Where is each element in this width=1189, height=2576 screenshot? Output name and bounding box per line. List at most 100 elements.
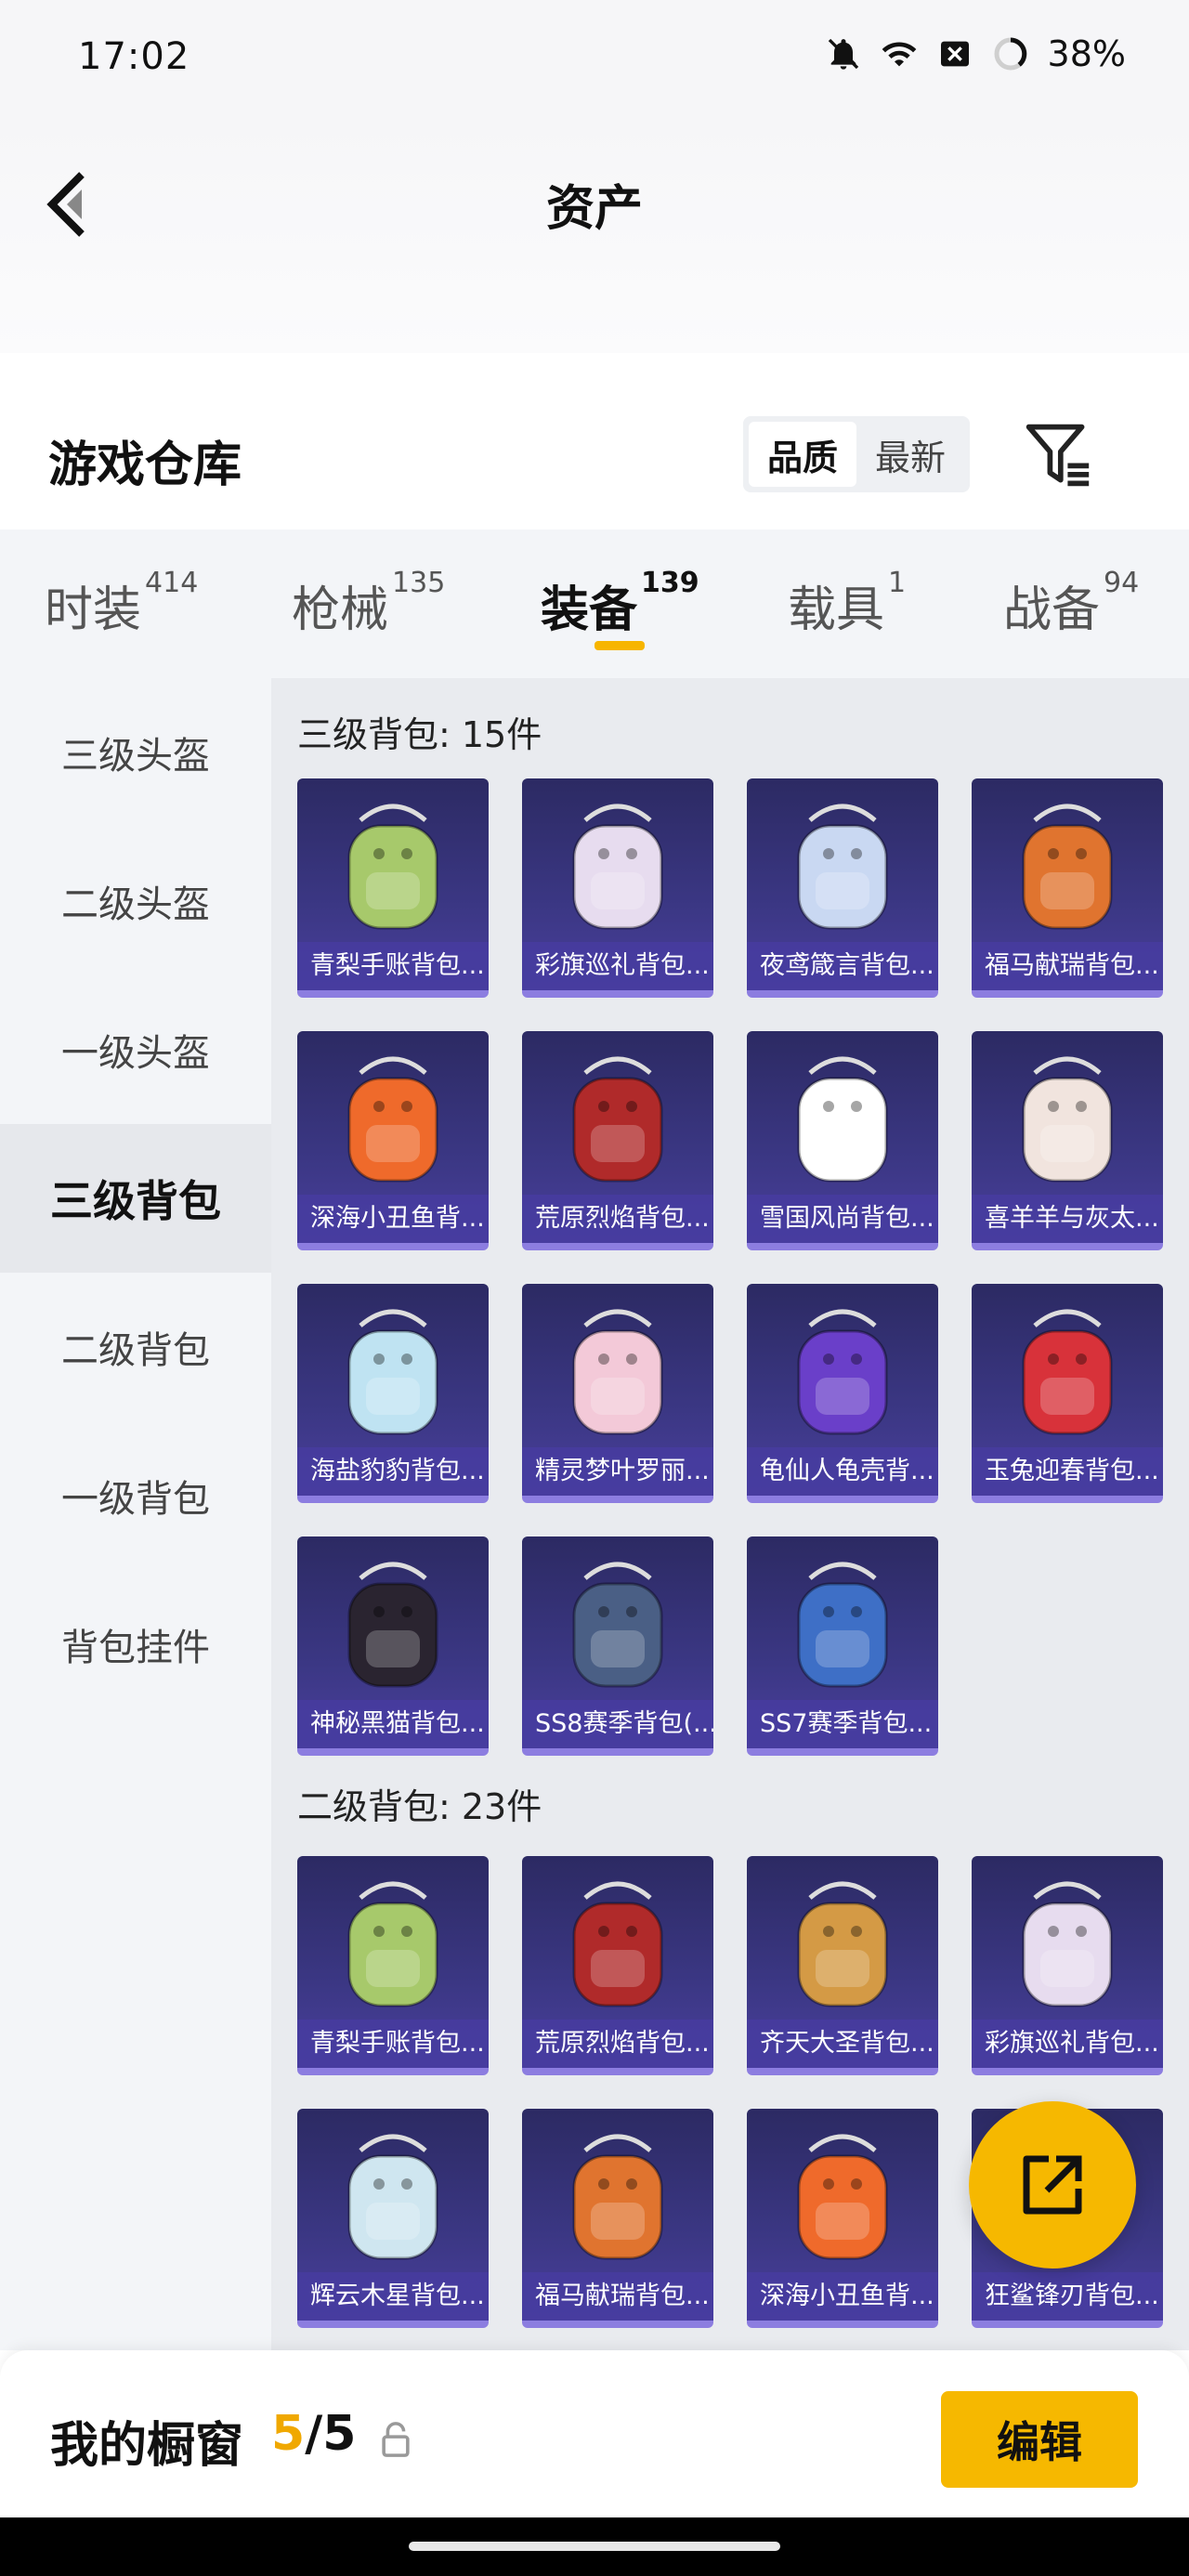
- status-bar: 17:02 38%: [0, 0, 1189, 111]
- item-card[interactable]: 彩旗巡礼背包...: [522, 778, 713, 998]
- item-card[interactable]: 精灵梦叶罗丽...: [522, 1284, 713, 1503]
- showcase-count-total: 5: [322, 2406, 357, 2462]
- share-button[interactable]: [969, 2101, 1136, 2269]
- edit-button[interactable]: 编辑: [941, 2391, 1138, 2488]
- lock-icon: [382, 2422, 410, 2457]
- item-name: 狂鲨锋刃背包...: [972, 2272, 1163, 2321]
- system-nav-bar: [0, 2517, 1189, 2576]
- sidebar-item-lv2-helmet[interactable]: 二级头盔: [0, 827, 271, 975]
- item-name: 深海小丑鱼背...: [747, 2272, 938, 2321]
- backpack-icon: [747, 2109, 938, 2285]
- tab-count: 1: [888, 567, 907, 599]
- share-external-icon: [1023, 2155, 1082, 2215]
- item-name: 深海小丑鱼背...: [297, 1195, 489, 1243]
- backpack-icon: [972, 778, 1163, 955]
- backpack-icon: [747, 778, 938, 955]
- item-name: 彩旗巡礼背包...: [522, 942, 713, 990]
- sidebar-item-backpack-charm[interactable]: 背包挂件: [0, 1570, 271, 1719]
- item-card[interactable]: 喜羊羊与灰太...: [972, 1031, 1163, 1250]
- backpack-icon: [747, 1031, 938, 1208]
- section-title-lv2-backpack: 二级背包: 23件: [297, 1786, 542, 1827]
- item-card[interactable]: 玉兔迎春背包...: [972, 1284, 1163, 1503]
- item-name: 荒原烈焰背包...: [522, 1195, 713, 1243]
- filter-icon[interactable]: [1022, 420, 1092, 490]
- showcase-count-separator: /: [305, 2406, 323, 2462]
- backpack-icon: [297, 1856, 489, 2033]
- tab-equipment[interactable]: 装备 139: [541, 567, 699, 640]
- backpack-icon: [522, 1031, 713, 1208]
- status-time: 17:02: [78, 35, 190, 78]
- tab-vehicles[interactable]: 载具 1: [788, 567, 907, 640]
- item-card[interactable]: 荒原烈焰背包...: [522, 1856, 713, 2075]
- sort-option-newest[interactable]: 最新: [856, 422, 964, 487]
- item-name: 荒原烈焰背包...: [522, 2020, 713, 2068]
- header: 资产: [0, 111, 1189, 353]
- tab-fashion[interactable]: 时装 414: [45, 567, 198, 640]
- tab-count: 94: [1104, 567, 1140, 599]
- item-card[interactable]: SS7赛季背包...: [747, 1536, 938, 1756]
- backpack-icon: [972, 1031, 1163, 1208]
- warehouse-title: 游戏仓库: [48, 438, 242, 493]
- backpack-icon: [747, 1284, 938, 1460]
- item-content: 三级背包: 15件 青梨手账背包... 彩旗巡礼背包... 夜鸢箴言背包... 福马献…: [271, 678, 1189, 2350]
- item-name: 神秘黑猫背包...: [297, 1700, 489, 1748]
- item-name: 青梨手账背包...: [297, 2020, 489, 2068]
- item-card[interactable]: 辉云木星背包...: [297, 2109, 489, 2328]
- item-name: SS7赛季背包...: [747, 1700, 938, 1748]
- backpack-icon: [522, 1284, 713, 1460]
- backpack-icon: [297, 2109, 489, 2285]
- battery-ring-icon: [994, 37, 1027, 71]
- item-card[interactable]: 福马献瑞背包...: [972, 778, 1163, 998]
- item-card[interactable]: 龟仙人龟壳背...: [747, 1284, 938, 1503]
- item-card[interactable]: 夜鸢箴言背包...: [747, 778, 938, 998]
- tab-label: 装备: [541, 582, 638, 638]
- tab-firearms[interactable]: 枪械 135: [292, 567, 445, 640]
- status-icons: 38%: [825, 33, 1126, 74]
- tab-label: 枪械: [292, 582, 389, 638]
- item-name: 齐天大圣背包...: [747, 2020, 938, 2068]
- sidebar-item-lv1-helmet[interactable]: 一级头盔: [0, 975, 271, 1124]
- item-card[interactable]: 海盐豹豹背包...: [297, 1284, 489, 1503]
- item-card[interactable]: 青梨手账背包...: [297, 1856, 489, 2075]
- backpack-icon: [972, 1284, 1163, 1460]
- tab-label: 战备: [1003, 582, 1101, 638]
- backpack-icon: [972, 1856, 1163, 2033]
- item-name: 辉云木星背包...: [297, 2272, 489, 2321]
- sidebar-item-lv3-helmet[interactable]: 三级头盔: [0, 678, 271, 827]
- backpack-icon: [522, 1856, 713, 2033]
- sidebar: 三级头盔 二级头盔 一级头盔 三级背包 二级背包 一级背包 背包挂件: [0, 678, 271, 2350]
- warehouse-row: 游戏仓库 品质 最新: [0, 372, 1189, 530]
- item-card[interactable]: 神秘黑猫背包...: [297, 1536, 489, 1756]
- item-card[interactable]: 青梨手账背包...: [297, 778, 489, 998]
- close-box-icon: [940, 41, 969, 67]
- item-card[interactable]: SS8赛季背包(...: [522, 1536, 713, 1756]
- item-card[interactable]: 荒原烈焰背包...: [522, 1031, 713, 1250]
- item-name: 福马献瑞背包...: [522, 2272, 713, 2321]
- sort-option-quality[interactable]: 品质: [749, 422, 856, 487]
- backpack-icon: [297, 1284, 489, 1460]
- item-card[interactable]: 齐天大圣背包...: [747, 1856, 938, 2075]
- item-card[interactable]: 彩旗巡礼背包...: [972, 1856, 1163, 2075]
- sort-toggle: 品质 最新: [743, 416, 970, 492]
- item-name: 龟仙人龟壳背...: [747, 1447, 938, 1496]
- item-name: 海盐豹豹背包...: [297, 1447, 489, 1496]
- home-indicator[interactable]: [409, 2542, 780, 2551]
- item-name: 雪国风尚背包...: [747, 1195, 938, 1243]
- item-card[interactable]: 深海小丑鱼背...: [747, 2109, 938, 2328]
- item-name: 福马献瑞背包...: [972, 942, 1163, 990]
- backpack-icon: [522, 1536, 713, 1713]
- backpack-icon: [297, 1536, 489, 1713]
- sidebar-item-lv3-backpack[interactable]: 三级背包: [0, 1124, 271, 1273]
- item-name: SS8赛季背包(...: [522, 1700, 713, 1748]
- item-card[interactable]: 福马献瑞背包...: [522, 2109, 713, 2328]
- page-title: 资产: [545, 181, 643, 237]
- tab-supplies[interactable]: 战备 94: [1003, 567, 1140, 640]
- item-card[interactable]: 雪国风尚背包...: [747, 1031, 938, 1250]
- sidebar-item-lv1-backpack[interactable]: 一级背包: [0, 1421, 271, 1570]
- item-grid-lv3-backpack: 青梨手账背包... 彩旗巡礼背包... 夜鸢箴言背包... 福马献瑞背包... 深海小丑…: [297, 778, 1163, 1756]
- item-name: 彩旗巡礼背包...: [972, 2020, 1163, 2068]
- item-card[interactable]: 深海小丑鱼背...: [297, 1031, 489, 1250]
- tab-label: 时装: [45, 582, 142, 638]
- active-tab-indicator: [594, 641, 645, 650]
- sidebar-item-lv2-backpack[interactable]: 二级背包: [0, 1273, 271, 1421]
